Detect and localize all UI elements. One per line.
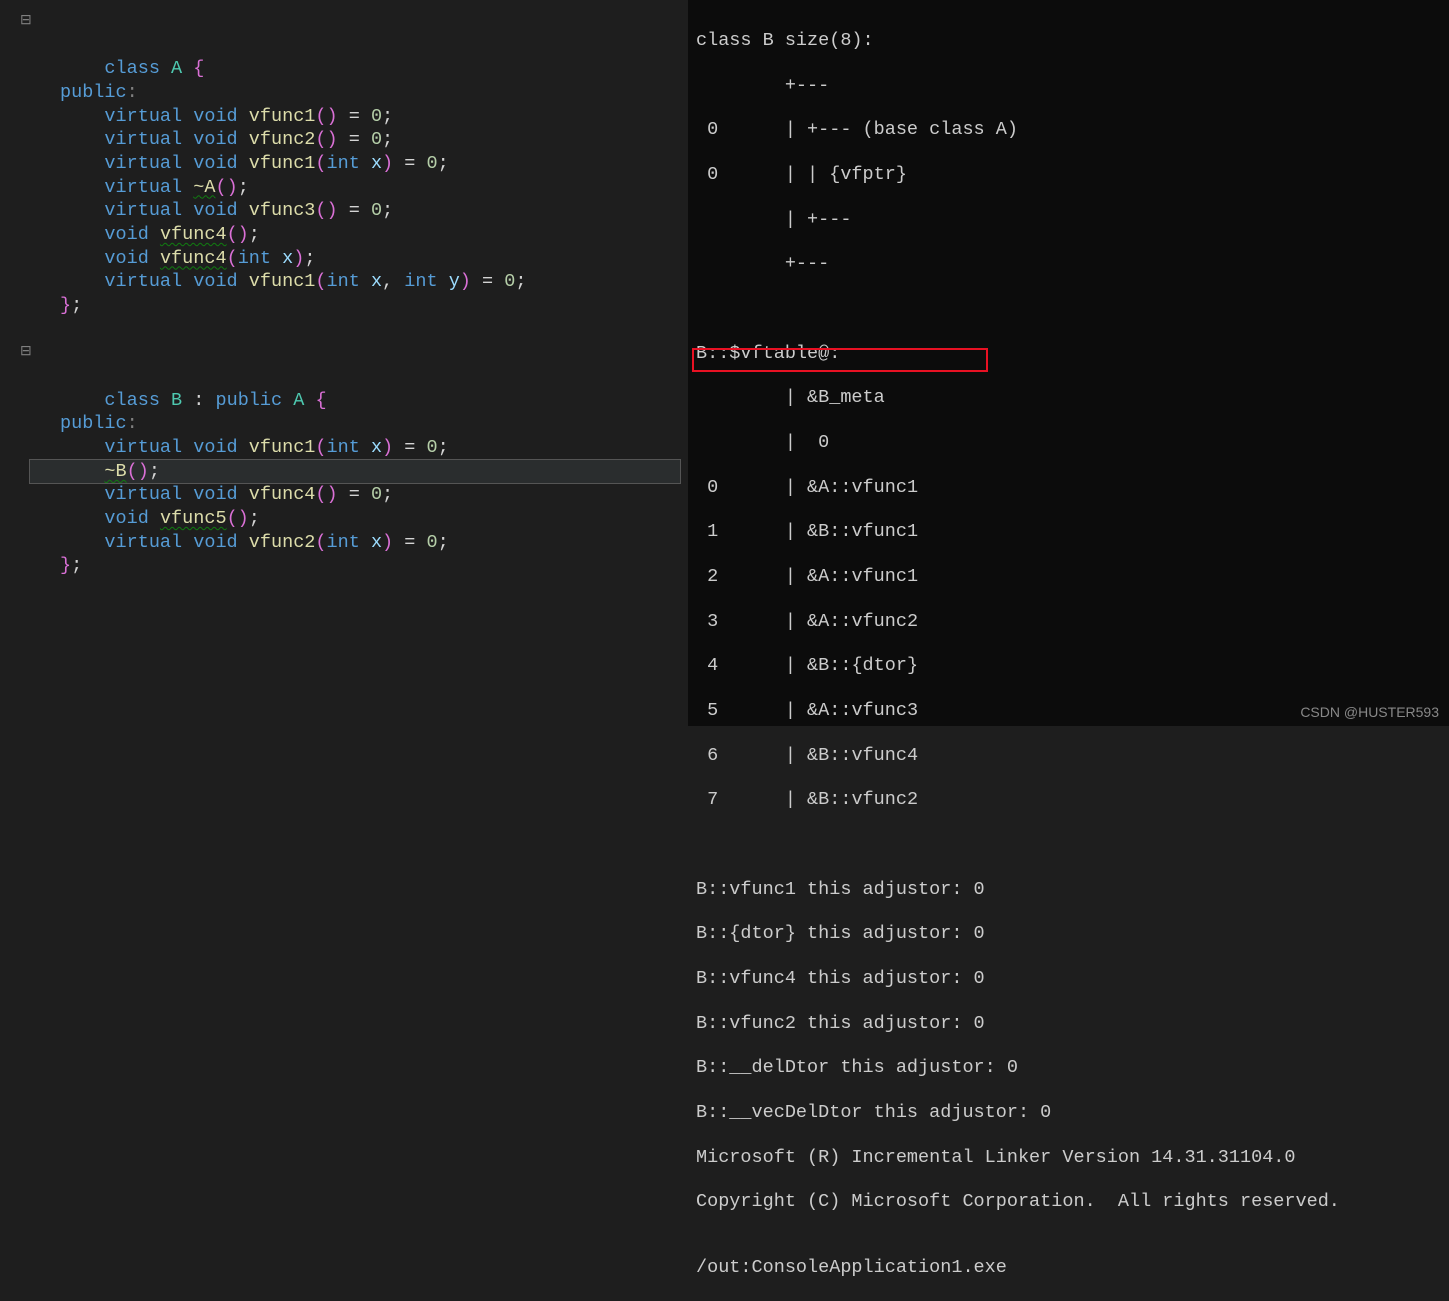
output-line: B::vfunc4 this adjustor: 0 [696,967,1449,991]
code-line[interactable]: virtual void vfunc1() = 0; [30,105,680,129]
output-line: /out:ConsoleApplication1.exe [696,1256,1449,1280]
output-line: B::{dtor} this adjustor: 0 [696,922,1449,946]
code-line[interactable]: void vfunc4(); [30,223,680,247]
code-line[interactable]: }; [30,554,680,578]
watermark-text: CSDN @HUSTER593 [1300,704,1439,720]
code-line[interactable]: virtual void vfunc2(int x) = 0; [30,531,680,555]
compiler-output-panel[interactable]: class B size(8): +--- 0 | +--- (base cla… [688,0,1449,726]
vftable-entry: 3 | &A::vfunc2 [696,610,1449,634]
blank-line [30,318,680,342]
code-line[interactable]: void vfunc4(int x); [30,247,680,271]
code-line[interactable]: ⊟ class A { [30,10,680,81]
fold-minus-icon[interactable]: ⊟ [20,344,32,362]
keyword-class: class [104,58,160,79]
output-line: B::__delDtor this adjustor: 0 [696,1056,1449,1080]
output-line: 0 | +--- (base class A) [696,118,1449,142]
blank-line [696,297,1449,321]
output-line: B::vfunc1 this adjustor: 0 [696,878,1449,902]
code-line[interactable]: virtual void vfunc1(int x) = 0; [30,436,680,460]
code-line[interactable]: void vfunc5(); [30,507,680,531]
output-line: B::__vecDelDtor this adjustor: 0 [696,1101,1449,1125]
code-line[interactable]: virtual void vfunc1(int x, int y) = 0; [30,270,680,294]
vftable-entry: 0 | &A::vfunc1 [696,476,1449,500]
vftable-entry: 7 | &B::vfunc2 [696,788,1449,812]
code-line[interactable]: virtual ~A(); [30,176,680,200]
keyword-public: public [60,82,127,103]
output-line: 0 | | {vfptr} [696,163,1449,187]
output-line: | &B_meta [696,386,1449,410]
vftable-entry: 1 | &B::vfunc1 [696,520,1449,544]
code-line[interactable]: virtual void vfunc3() = 0; [30,199,680,223]
code-line[interactable]: public: [30,81,680,105]
code-line-current[interactable]: ~B(); [30,460,680,484]
output-line: +--- [696,252,1449,276]
output-line: | 0 [696,431,1449,455]
fold-minus-icon[interactable]: ⊟ [20,13,32,31]
code-line[interactable]: virtual void vfunc2() = 0; [30,128,680,152]
blank-line [696,833,1449,857]
output-line: Copyright (C) Microsoft Corporation. All… [696,1190,1449,1214]
output-line: Microsoft (R) Incremental Linker Version… [696,1146,1449,1170]
vftable-entry: 6 | &B::vfunc4 [696,744,1449,768]
brace: { [193,58,204,79]
code-line[interactable]: }; [30,294,680,318]
code-line[interactable]: ⊟ class B : public A { [30,341,680,412]
output-line: B::vfunc2 this adjustor: 0 [696,1012,1449,1036]
output-line: | +--- [696,208,1449,232]
code-line[interactable]: virtual void vfunc4() = 0; [30,483,680,507]
code-line[interactable]: public: [30,412,680,436]
vftable-entry-highlighted: 4 | &B::{dtor} [696,654,1449,678]
vftable-entry: 2 | &A::vfunc1 [696,565,1449,589]
code-editor[interactable]: ⊟ class A { public: virtual void vfunc1(… [0,0,680,726]
output-line: +--- [696,74,1449,98]
type-name: A [171,58,182,79]
code-line[interactable]: virtual void vfunc1(int x) = 0; [30,152,680,176]
output-line: class B size(8): [696,29,1449,53]
output-line: B::$vftable@: [696,342,1449,366]
